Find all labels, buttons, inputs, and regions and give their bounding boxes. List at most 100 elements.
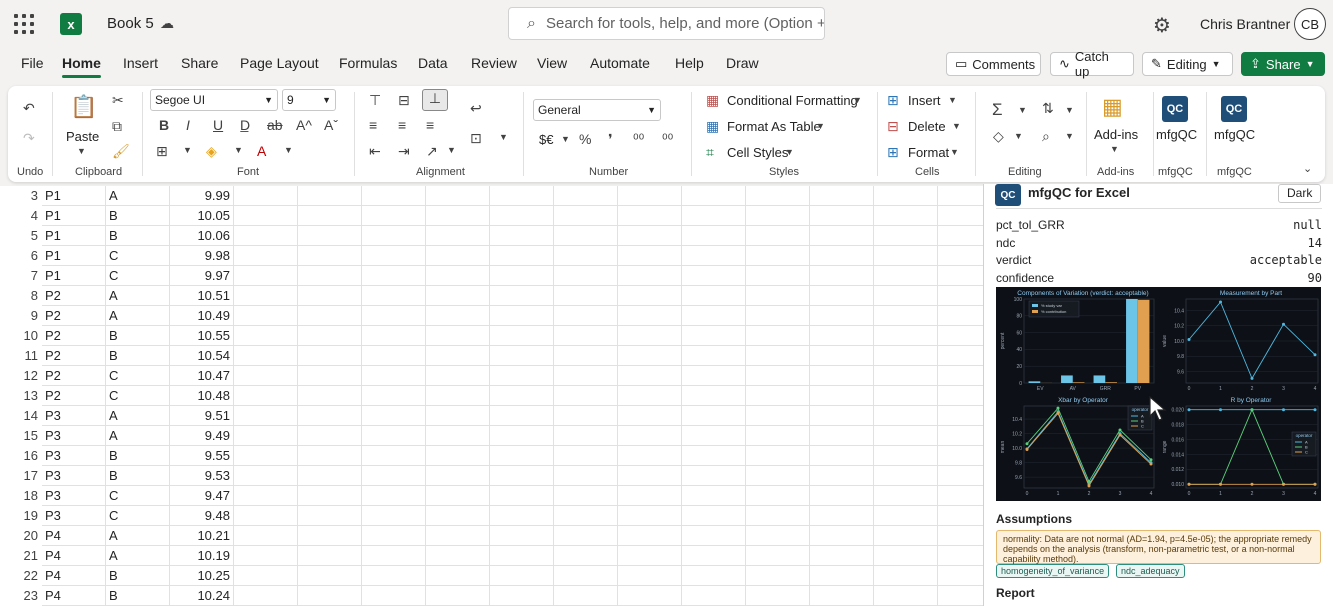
grid-cell[interactable] xyxy=(426,266,490,286)
grid-cell[interactable] xyxy=(426,446,490,466)
grid-cell[interactable] xyxy=(234,486,298,506)
grid-cell[interactable]: C xyxy=(106,506,170,526)
grid-cell[interactable] xyxy=(362,546,426,566)
grid-cell[interactable] xyxy=(810,586,874,606)
grid-cell[interactable] xyxy=(938,586,983,606)
grid-cell[interactable] xyxy=(426,506,490,526)
grid-cell[interactable] xyxy=(682,506,746,526)
grid-cell[interactable] xyxy=(362,306,426,326)
tab-home[interactable]: Home xyxy=(62,55,101,78)
grid-cell[interactable] xyxy=(682,286,746,306)
grid-cell[interactable] xyxy=(234,526,298,546)
document-title[interactable]: Book 5 xyxy=(107,15,154,32)
mfgqc-button-2[interactable]: mfgQC xyxy=(1214,127,1255,142)
format-cells-button[interactable]: Format xyxy=(908,145,949,160)
grid-cell[interactable] xyxy=(682,546,746,566)
increase-indent-icon[interactable]: ⇥ xyxy=(398,143,410,160)
grid-cell[interactable]: 10.49 xyxy=(170,306,234,326)
grid-cell[interactable] xyxy=(298,286,362,306)
grid-cell[interactable] xyxy=(618,526,682,546)
grid-cell[interactable]: P1 xyxy=(42,226,106,246)
grid-cell[interactable] xyxy=(618,246,682,266)
grid-cell[interactable] xyxy=(362,446,426,466)
share-button[interactable]: ⇪ Share ▼ xyxy=(1241,52,1325,76)
grid-cell[interactable] xyxy=(618,366,682,386)
increase-font-icon[interactable]: A^ xyxy=(296,117,312,133)
grid-cell[interactable] xyxy=(298,346,362,366)
comma-style-icon[interactable]: ❜ xyxy=(608,131,613,148)
chevron-down-icon[interactable]: ▼ xyxy=(499,132,508,142)
grid-cell[interactable] xyxy=(746,346,810,366)
grid-cell[interactable] xyxy=(810,426,874,446)
grid-cell[interactable] xyxy=(298,386,362,406)
grid-cell[interactable] xyxy=(810,186,874,206)
row-header[interactable]: 19 xyxy=(0,506,42,526)
chevron-down-icon[interactable]: ▼ xyxy=(284,145,293,155)
grid-cell[interactable]: 10.19 xyxy=(170,546,234,566)
grid-cell[interactable]: P4 xyxy=(42,546,106,566)
align-bottom-icon[interactable]: ⊥ xyxy=(422,89,448,111)
cut-icon[interactable]: ✂ xyxy=(112,92,124,109)
grid-cell[interactable] xyxy=(298,366,362,386)
grid-cell[interactable]: 9.97 xyxy=(170,266,234,286)
grid-cell[interactable] xyxy=(362,246,426,266)
grid-cell[interactable] xyxy=(490,246,554,266)
grid-cell[interactable] xyxy=(298,566,362,586)
tab-file[interactable]: File xyxy=(21,55,44,71)
grid-cell[interactable] xyxy=(874,206,938,226)
bold-icon[interactable]: B xyxy=(159,117,169,133)
grid-cell[interactable] xyxy=(298,426,362,446)
grid-cell[interactable] xyxy=(426,406,490,426)
grid-cell[interactable] xyxy=(554,186,618,206)
decrease-indent-icon[interactable]: ⇤ xyxy=(369,143,381,160)
grid-cell[interactable]: C xyxy=(106,266,170,286)
catch-up-button[interactable]: ∿ Catch up xyxy=(1050,49,1134,79)
grid-cell[interactable]: 10.55 xyxy=(170,326,234,346)
grid-cell[interactable] xyxy=(554,346,618,366)
grid-cell[interactable] xyxy=(682,226,746,246)
conditional-formatting-icon[interactable]: ▦ xyxy=(706,92,719,109)
grid-cell[interactable] xyxy=(682,406,746,426)
grid-cell[interactable] xyxy=(938,486,983,506)
grid-cell[interactable] xyxy=(938,546,983,566)
grid-cell[interactable] xyxy=(874,546,938,566)
grid-cell[interactable]: P1 xyxy=(42,206,106,226)
grid-cell[interactable] xyxy=(874,326,938,346)
grid-cell[interactable]: A xyxy=(106,526,170,546)
align-right-icon[interactable]: ≡ xyxy=(426,117,434,133)
grid-cell[interactable] xyxy=(554,366,618,386)
chevron-down-icon[interactable]: ▼ xyxy=(785,147,794,157)
grid-cell[interactable]: 9.48 xyxy=(170,506,234,526)
row-header[interactable]: 17 xyxy=(0,466,42,486)
grid-cell[interactable] xyxy=(490,526,554,546)
grid-cell[interactable]: B xyxy=(106,206,170,226)
grid-cell[interactable] xyxy=(362,526,426,546)
grid-cell[interactable] xyxy=(426,566,490,586)
grid-cell[interactable] xyxy=(554,246,618,266)
row-header[interactable]: 11 xyxy=(0,346,42,366)
grid-cell[interactable] xyxy=(618,586,682,606)
grid-cell[interactable] xyxy=(298,406,362,426)
grid-cell[interactable] xyxy=(874,446,938,466)
font-name-select[interactable]: Segoe UI ▼ xyxy=(150,89,278,111)
grid-cell[interactable]: 9.47 xyxy=(170,486,234,506)
grid-cell[interactable] xyxy=(938,186,983,206)
grid-cell[interactable] xyxy=(490,386,554,406)
align-top-icon[interactable]: ⊤ xyxy=(369,92,381,109)
format-as-table-icon[interactable]: ▦ xyxy=(706,118,719,135)
grid-cell[interactable]: P2 xyxy=(42,286,106,306)
row-header[interactable]: 14 xyxy=(0,406,42,426)
row-header[interactable]: 3 xyxy=(0,186,42,206)
grid-cell[interactable] xyxy=(746,326,810,346)
format-cells-icon[interactable]: ⊞ xyxy=(887,144,899,161)
grid-cell[interactable] xyxy=(874,586,938,606)
grid-cell[interactable] xyxy=(874,346,938,366)
merge-center-icon[interactable]: ⊡ xyxy=(470,130,482,147)
grid-cell[interactable] xyxy=(234,446,298,466)
grid-cell[interactable] xyxy=(938,446,983,466)
grid-cell[interactable] xyxy=(746,206,810,226)
grid-cell[interactable]: P1 xyxy=(42,246,106,266)
grid-cell[interactable] xyxy=(874,506,938,526)
grid-cell[interactable] xyxy=(874,366,938,386)
grid-cell[interactable] xyxy=(938,566,983,586)
